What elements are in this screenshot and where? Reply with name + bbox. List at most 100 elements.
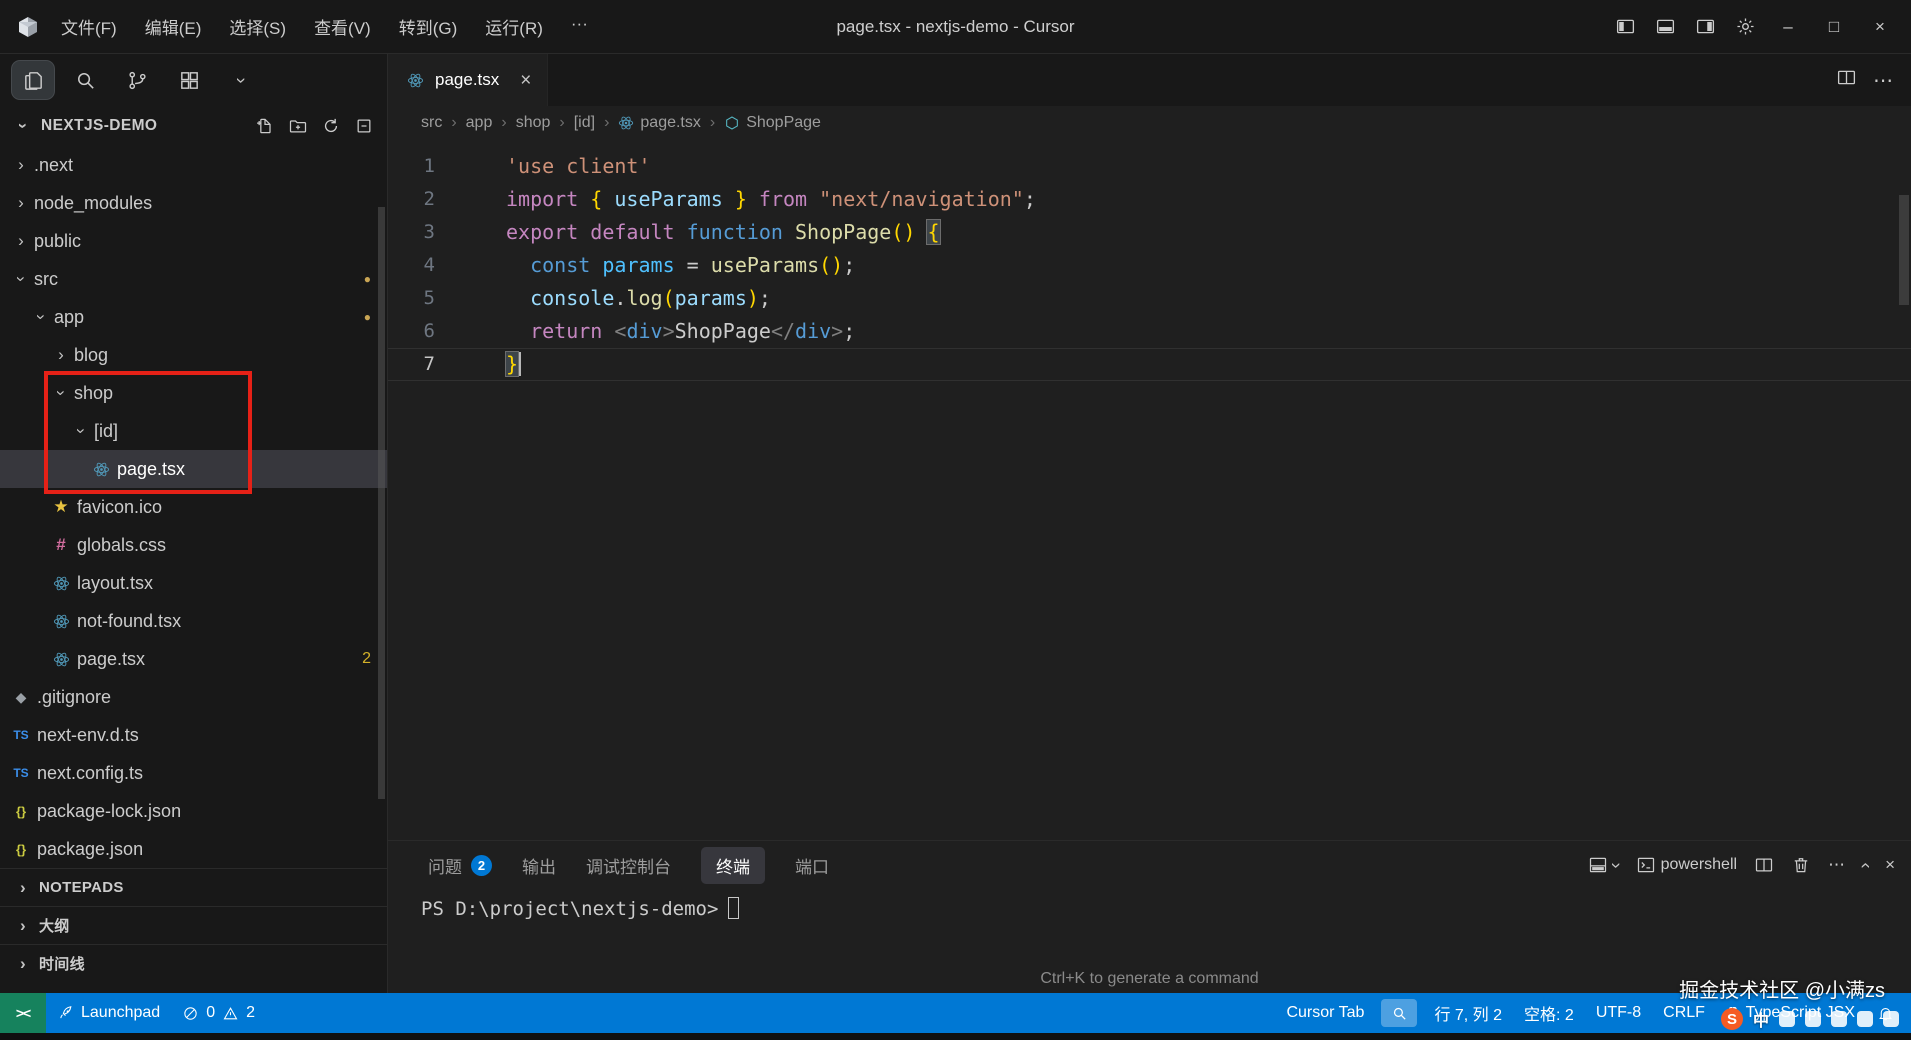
- layout-bottom-icon[interactable]: [1645, 8, 1685, 46]
- tree-item-node-modules[interactable]: ›node_modules: [0, 184, 387, 222]
- menu-edit[interactable]: 编辑(E): [132, 8, 215, 45]
- tree-item-src[interactable]: ›src●: [0, 260, 387, 298]
- eol-status[interactable]: CRLF: [1652, 993, 1716, 1033]
- ime-moon-icon[interactable]: [1779, 1011, 1795, 1027]
- code-line-3[interactable]: 3export default function ShopPage() {: [388, 216, 1911, 249]
- status-bar: >< Launchpad 0 2 Cursor Tab 行 7, 列 2 空格:…: [0, 993, 1911, 1033]
- source-control-icon[interactable]: [116, 61, 158, 99]
- layout-left-icon[interactable]: [1605, 8, 1645, 46]
- sidebar-section-timeline[interactable]: ›时间线: [0, 944, 387, 982]
- more-actions-icon[interactable]: ⋯: [1873, 68, 1893, 93]
- code-line-7[interactable]: 7}: [388, 348, 1911, 381]
- taskbar-strip: [0, 1033, 1911, 1040]
- search-icon[interactable]: [64, 61, 106, 99]
- maximize-panel-icon[interactable]: ›: [1862, 855, 1868, 876]
- code-line-6[interactable]: 6 return <div>ShopPage</div>;: [388, 315, 1911, 348]
- menu-selection[interactable]: 选择(S): [216, 8, 299, 45]
- collapse-all-icon[interactable]: [353, 115, 375, 137]
- window-title: page.tsx - nextjs-demo - Cursor: [836, 17, 1074, 37]
- tree-item-layout-tsx[interactable]: layout.tsx: [0, 564, 387, 602]
- sidebar-section-outline[interactable]: ›大纲: [0, 906, 387, 944]
- breadcrumb-item-src[interactable]: src: [421, 114, 442, 132]
- kill-terminal-icon[interactable]: [1791, 855, 1811, 875]
- close-panel-icon[interactable]: ×: [1885, 855, 1895, 875]
- tree-item-package-lock-json[interactable]: {}package-lock.json: [0, 792, 387, 830]
- tree-item-blog[interactable]: ›blog: [0, 336, 387, 374]
- tree-item-shop[interactable]: ›shop: [0, 374, 387, 412]
- tree-item-id[interactable]: ›[id]: [0, 412, 387, 450]
- problems-status[interactable]: 0 2: [171, 993, 266, 1033]
- ime-more-icon[interactable]: [1883, 1011, 1899, 1027]
- typescript-icon: TS: [10, 766, 32, 780]
- terminal-instance[interactable]: powershell: [1636, 855, 1737, 875]
- cursor-tab-status[interactable]: Cursor Tab: [1275, 993, 1375, 1033]
- panel-tab-debug-console[interactable]: 调试控制台: [586, 853, 671, 878]
- breadcrumb-item-id[interactable]: [id]: [574, 114, 595, 132]
- remote-indicator[interactable]: ><: [0, 993, 46, 1033]
- search-status-button[interactable]: [1381, 999, 1417, 1027]
- editor-scrollbar[interactable]: [1899, 195, 1909, 305]
- tree-item-not-found-tsx[interactable]: not-found.tsx: [0, 602, 387, 640]
- layout-right-icon[interactable]: [1685, 8, 1725, 46]
- breadcrumb-item-shoppage[interactable]: ShopPage: [724, 114, 821, 132]
- new-file-icon[interactable]: [254, 115, 276, 137]
- sidebar-scrollbar[interactable]: [378, 207, 385, 799]
- panel-layout-button[interactable]: ›: [1588, 855, 1619, 876]
- tree-item-page-tsx[interactable]: page.tsx2: [0, 640, 387, 678]
- tree-item-globals-css[interactable]: #globals.css: [0, 526, 387, 564]
- encoding-status[interactable]: UTF-8: [1585, 993, 1652, 1033]
- panel-tab-ports[interactable]: 端口: [795, 853, 829, 878]
- more-actions-icon[interactable]: ⋯: [1828, 855, 1845, 875]
- tree-item-next-env-d-ts[interactable]: TSnext-env.d.ts: [0, 716, 387, 754]
- sidebar-section-notepads[interactable]: ›NOTEPADS: [0, 868, 387, 906]
- terminal[interactable]: PS D:\project\nextjs-demo>: [388, 889, 1911, 920]
- breadcrumb-item-page-tsx[interactable]: page.tsx: [618, 114, 700, 132]
- line-col-status[interactable]: 行 7, 列 2: [1423, 993, 1513, 1033]
- menu-more[interactable]: ···: [558, 8, 601, 45]
- more-chevron-icon[interactable]: ›: [220, 61, 262, 99]
- maximize-button[interactable]: □: [1811, 5, 1857, 49]
- close-tab-icon[interactable]: ×: [520, 71, 531, 90]
- tree-item-gitignore[interactable]: ◆.gitignore: [0, 678, 387, 716]
- files-icon[interactable]: [12, 61, 54, 99]
- new-folder-icon[interactable]: [287, 115, 309, 137]
- tree-item-package-json[interactable]: {}package.json: [0, 830, 387, 868]
- split-terminal-icon[interactable]: [1754, 855, 1774, 875]
- tree-item-page-tsx[interactable]: page.tsx: [0, 450, 387, 488]
- code-editor[interactable]: 1'use client'2import { useParams } from …: [388, 140, 1911, 840]
- panel-tab-problems[interactable]: 问题2: [428, 853, 492, 878]
- tree-item-next[interactable]: ›.next: [0, 146, 387, 184]
- tree-item-next-config-ts[interactable]: TSnext.config.ts: [0, 754, 387, 792]
- tree-item-favicon-ico[interactable]: ★favicon.ico: [0, 488, 387, 526]
- gear-icon[interactable]: [1725, 8, 1765, 46]
- ime-smiley-icon[interactable]: [1805, 1011, 1821, 1027]
- minimize-button[interactable]: –: [1765, 5, 1811, 49]
- menu-file[interactable]: 文件(F): [48, 8, 130, 45]
- panel-tab-output[interactable]: 输出: [522, 853, 556, 878]
- code-line-5[interactable]: 5 console.log(params);: [388, 282, 1911, 315]
- menu-view[interactable]: 查看(V): [301, 8, 384, 45]
- tree-item-app[interactable]: ›app●: [0, 298, 387, 336]
- breadcrumb-item-app[interactable]: app: [466, 114, 493, 132]
- menu-go[interactable]: 转到(G): [386, 8, 471, 45]
- code-line-4[interactable]: 4 const params = useParams();: [388, 249, 1911, 282]
- menu-run[interactable]: 运行(R): [472, 8, 556, 45]
- panel-tab-terminal[interactable]: 终端: [701, 847, 765, 884]
- tab-page-tsx[interactable]: page.tsx ×: [388, 54, 548, 106]
- ime-mic-icon[interactable]: [1857, 1011, 1873, 1027]
- launchpad-button[interactable]: Launchpad: [46, 993, 171, 1033]
- tree-item-public[interactable]: ›public: [0, 222, 387, 260]
- ime-keyboard-icon[interactable]: [1831, 1011, 1847, 1027]
- split-editor-icon[interactable]: [1836, 67, 1857, 94]
- code-line-1[interactable]: 1'use client': [388, 150, 1911, 183]
- breadcrumb-item-shop[interactable]: shop: [516, 114, 551, 132]
- close-button[interactable]: ×: [1857, 5, 1903, 49]
- ime-sogou-icon[interactable]: S: [1721, 1008, 1743, 1030]
- code-line-2[interactable]: 2import { useParams } from "next/navigat…: [388, 183, 1911, 216]
- ime-lang-icon[interactable]: 中: [1753, 1007, 1769, 1031]
- indentation-status[interactable]: 空格: 2: [1513, 993, 1585, 1033]
- file-tree: ›.next›node_modules›public›src●›app●›blo…: [0, 146, 387, 868]
- extensions-icon[interactable]: [168, 61, 210, 99]
- refresh-icon[interactable]: [320, 115, 342, 137]
- chevron-down-icon[interactable]: ›: [13, 115, 33, 137]
